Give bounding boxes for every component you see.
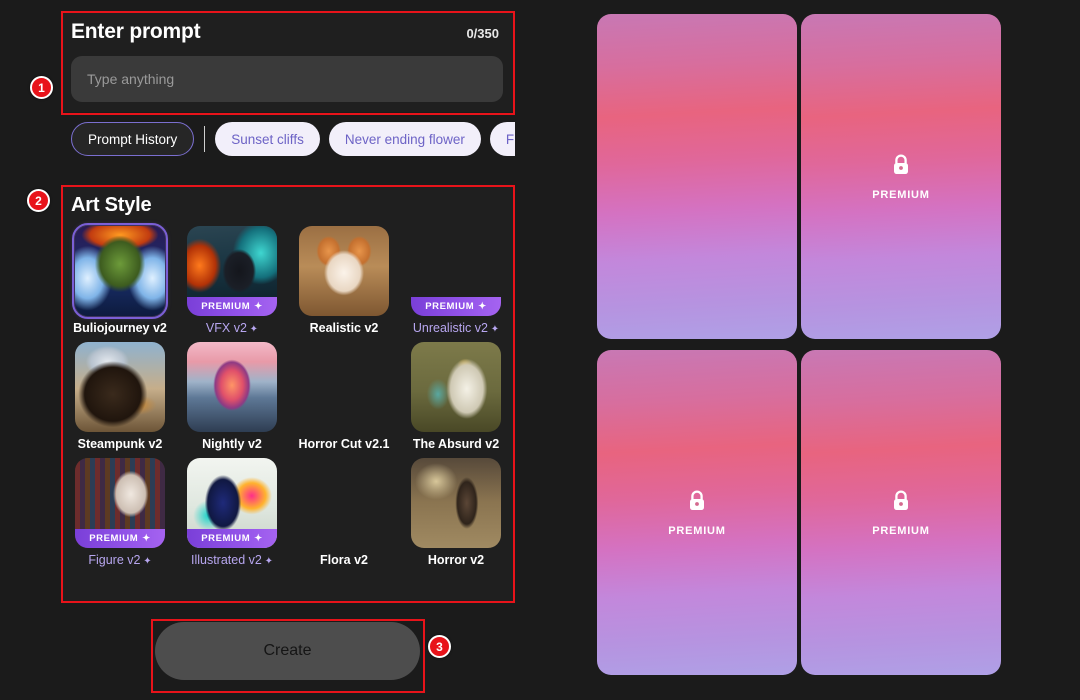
art-style-preview-image [299, 342, 389, 432]
sparkle-icon: ✦ [487, 324, 500, 335]
art-style-label: Unrealistic v2 ✦ [412, 321, 500, 335]
lock-icon [891, 153, 911, 182]
art-style-card-vfx-v2[interactable]: PREMIUM ✦ VFX v2 ✦ [183, 226, 281, 335]
premium-badge: PREMIUM ✦ [187, 529, 277, 548]
art-style-thumbnail[interactable]: PREMIUM ✦ [187, 458, 277, 548]
art-style-card-buliojourney-v2[interactable]: Buliojourney v2 [71, 223, 169, 335]
art-style-label: Horror v2 [427, 553, 485, 567]
art-style-label: Figure v2 ✦ [88, 553, 152, 567]
art-style-card-illustrated-v2[interactable]: PREMIUM ✦ Illustrated v2 ✦ [183, 458, 281, 567]
prompt-input[interactable] [71, 56, 503, 102]
suggestion-chip-label: Never ending flower [344, 131, 465, 147]
results-grid: PREMIUM PREMIUM PREMIUM [597, 14, 1001, 675]
art-style-card-steampunk-v2[interactable]: Steampunk v2 [71, 342, 169, 451]
annotation-marker-1: 1 [30, 76, 53, 99]
create-button[interactable]: Create [155, 622, 420, 680]
sparkle-icon: ✦ [478, 301, 487, 312]
art-style-label: The Absurd v2 [412, 437, 500, 451]
art-style-preview-image [411, 342, 501, 432]
art-style-card-unrealistic-v2[interactable]: PREMIUM ✦ Unrealistic v2 ✦ [407, 226, 505, 335]
art-style-grid: Buliojourney v2 PREMIUM ✦ VFX v2 ✦ Realistic… [71, 223, 513, 567]
result-card-2[interactable]: PREMIUM [801, 14, 1001, 339]
result-premium-label: PREMIUM [872, 524, 930, 537]
prompt-suggestion-row: Prompt History Sunset cliffs Never endin… [71, 122, 515, 156]
annotation-marker-2: 2 [27, 189, 50, 212]
sparkle-icon: ✦ [246, 324, 259, 335]
suggestion-chip-sunset-cliffs[interactable]: Sunset cliffs [215, 122, 320, 156]
premium-badge-label: PREMIUM [201, 533, 251, 544]
art-style-label: Horror Cut v2.1 [298, 437, 390, 451]
sparkle-icon: ✦ [142, 533, 151, 544]
premium-badge-label: PREMIUM [201, 301, 251, 312]
results-panel: PREMIUM PREMIUM PREMIUM [515, 0, 1080, 700]
suggestion-chip-never-ending-flower[interactable]: Never ending flower [328, 122, 481, 156]
annotation-marker-3: 3 [428, 635, 451, 658]
generation-controls-panel: Enter prompt 0/350 Prompt History Sunset… [0, 0, 515, 700]
premium-badge: PREMIUM ✦ [411, 297, 501, 316]
suggestion-chip-label: Sunset cliffs [231, 131, 304, 147]
art-style-title: Art Style [71, 194, 152, 216]
art-style-thumbnail[interactable] [299, 458, 389, 548]
art-style-card-horror-v2[interactable]: Horror v2 [407, 458, 505, 567]
chip-divider [204, 126, 206, 152]
art-style-thumbnail[interactable] [411, 458, 501, 548]
art-style-thumbnail[interactable] [187, 342, 277, 432]
premium-badge: PREMIUM ✦ [187, 297, 277, 316]
art-style-preview-image [75, 226, 165, 316]
suggestion-chip-fire-and-water[interactable]: Fire and w [489, 122, 515, 156]
lock-icon [687, 489, 707, 518]
art-style-preview-image [299, 458, 389, 548]
art-style-label: VFX v2 ✦ [205, 321, 259, 335]
prompt-header: Enter prompt 0/350 [63, 12, 513, 44]
art-style-label: Realistic v2 [309, 321, 379, 335]
result-card-1[interactable] [597, 14, 797, 339]
art-style-card-realistic-v2[interactable]: Realistic v2 [295, 226, 393, 335]
result-premium-label: PREMIUM [668, 524, 726, 537]
art-style-preview-image [187, 342, 277, 432]
art-style-card-flora-v2[interactable]: Flora v2 [295, 458, 393, 567]
art-style-thumbnail[interactable] [299, 226, 389, 316]
sparkle-icon: ✦ [261, 556, 274, 567]
art-style-thumbnail[interactable]: PREMIUM ✦ [75, 458, 165, 548]
art-style-thumbnail[interactable] [75, 342, 165, 432]
art-style-card-figure-v2[interactable]: PREMIUM ✦ Figure v2 ✦ [71, 458, 169, 567]
lock-icon [891, 489, 911, 518]
suggestion-chip-label: Fire and w [505, 131, 515, 147]
result-card-4[interactable]: PREMIUM [801, 350, 1001, 675]
art-style-section: Art Style Buliojourney v2 PREMIUM ✦ VFX v2 … [63, 186, 513, 601]
art-style-preview-image [75, 342, 165, 432]
sparkle-icon: ✦ [140, 556, 152, 567]
result-card-3[interactable]: PREMIUM [597, 350, 797, 675]
art-style-label: Steampunk v2 [77, 437, 163, 451]
app-root: Enter prompt 0/350 Prompt History Sunset… [0, 0, 1080, 700]
art-style-thumbnail[interactable] [299, 342, 389, 432]
art-style-label: Illustrated v2 ✦ [190, 553, 274, 567]
prompt-history-button[interactable]: Prompt History [71, 122, 195, 156]
prompt-section: Enter prompt 0/350 [63, 12, 513, 112]
art-style-label: Flora v2 [320, 553, 368, 567]
prompt-title: Enter prompt [71, 20, 201, 43]
premium-badge-label: PREMIUM [425, 301, 475, 312]
art-style-preview-image [299, 226, 389, 316]
result-premium-label: PREMIUM [872, 188, 930, 201]
art-style-card-the-absurd-v2[interactable]: The Absurd v2 [407, 342, 505, 451]
art-style-preview-image [411, 458, 501, 548]
art-style-card-horror-cut-v2-1[interactable]: Horror Cut v2.1 [295, 342, 393, 451]
art-style-label: Nightly v2 [202, 437, 262, 451]
art-style-label: Buliojourney v2 [73, 321, 167, 335]
premium-badge: PREMIUM ✦ [75, 529, 165, 548]
sparkle-icon: ✦ [254, 301, 263, 312]
prompt-history-label: Prompt History [88, 131, 178, 147]
art-style-thumbnail[interactable]: PREMIUM ✦ [187, 226, 277, 316]
character-counter: 0/350 [466, 26, 499, 41]
premium-badge-label: PREMIUM [89, 533, 139, 544]
art-style-thumbnail[interactable] [72, 223, 168, 319]
art-style-card-nightly-v2[interactable]: Nightly v2 [183, 342, 281, 451]
art-style-thumbnail[interactable]: PREMIUM ✦ [411, 226, 501, 316]
art-style-thumbnail[interactable] [411, 342, 501, 432]
sparkle-icon: ✦ [254, 533, 263, 544]
create-button-wrap: Create [155, 622, 420, 680]
